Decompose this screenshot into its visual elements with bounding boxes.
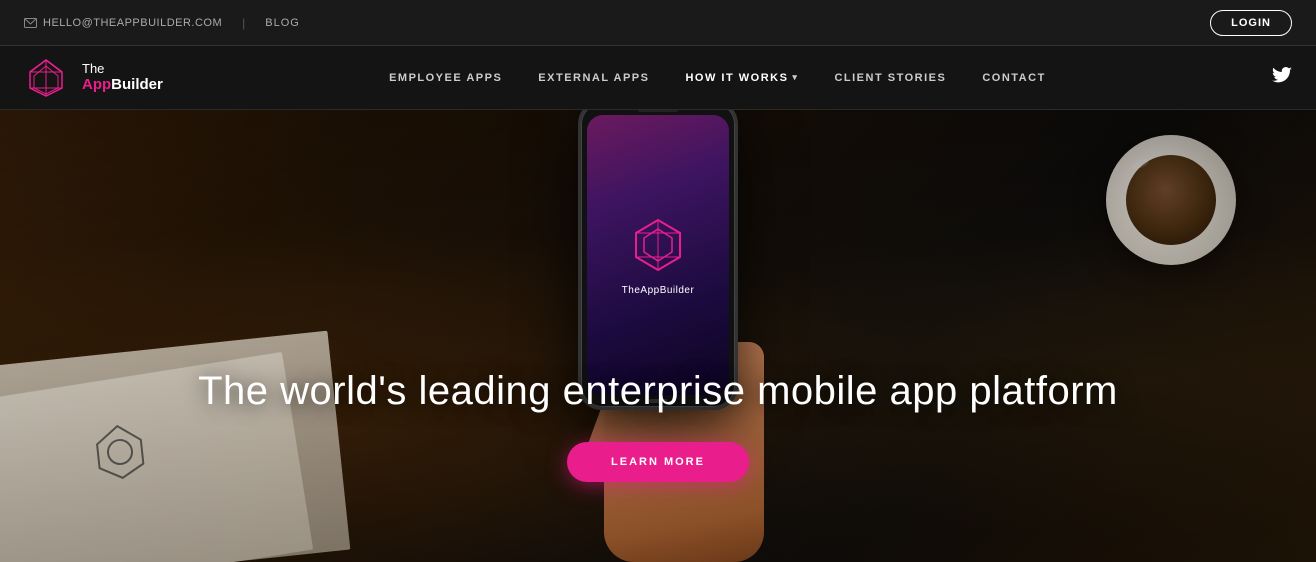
phone-app-logo (628, 215, 688, 275)
phone-body: TheAppBuilder (578, 110, 738, 410)
hero-headline: The world's leading enterprise mobile ap… (198, 369, 1118, 414)
twitter-icon[interactable] (1272, 67, 1292, 89)
phone-screen: TheAppBuilder (587, 115, 729, 395)
nav-external-apps[interactable]: EXTERNAL APPS (538, 72, 649, 84)
nav-employee-apps[interactable]: EMPLOYEE APPS (389, 72, 502, 84)
logo-text: The AppBuilder (82, 62, 163, 94)
learn-more-button[interactable]: LEARN MORE (567, 442, 749, 482)
logo-the: The (82, 62, 163, 76)
nav-client-stories[interactable]: CLIENT STORIES (834, 72, 946, 84)
chevron-down-icon: ▾ (792, 72, 798, 83)
phone-mockup: TheAppBuilder (578, 110, 738, 410)
nav-links: EMPLOYEE APPS EXTERNAL APPS HOW IT WORKS… (389, 72, 1046, 84)
logo-appbuilder: AppBuilder (82, 76, 163, 94)
logo[interactable]: The AppBuilder (24, 56, 163, 100)
logo-icon (24, 56, 68, 100)
nav-bar: The AppBuilder EMPLOYEE APPS EXTERNAL AP… (0, 46, 1316, 110)
nav-contact[interactable]: CONTACT (982, 72, 1045, 84)
top-bar: HELLO@THEAPPBUILDER.COM | BLOG LOGIN (0, 0, 1316, 46)
top-bar-left: HELLO@THEAPPBUILDER.COM | BLOG (24, 16, 300, 30)
email-link[interactable]: HELLO@THEAPPBUILDER.COM (24, 17, 222, 29)
phone-speaker (638, 110, 678, 112)
phone-brand-label: TheAppBuilder (622, 285, 695, 296)
divider: | (242, 16, 245, 30)
hero-content: The world's leading enterprise mobile ap… (0, 369, 1316, 482)
login-button[interactable]: LOGIN (1210, 10, 1292, 36)
blog-link[interactable]: BLOG (265, 17, 300, 29)
email-icon (24, 18, 37, 28)
hero-section: TheAppBuilder The world's leading enterp… (0, 110, 1316, 562)
nav-how-it-works[interactable]: HOW IT WORKS ▾ (685, 72, 798, 84)
